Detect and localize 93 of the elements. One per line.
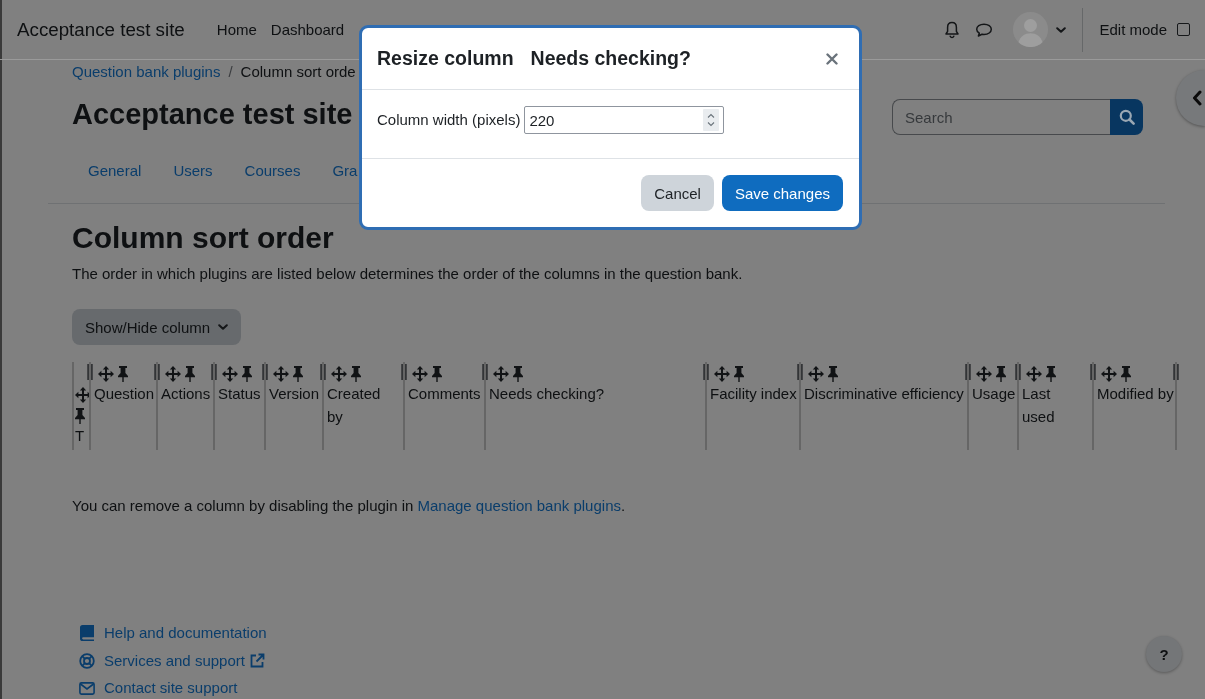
help-button[interactable]: ? bbox=[1146, 636, 1182, 672]
life-ring-icon bbox=[79, 652, 95, 669]
book-icon bbox=[80, 625, 94, 641]
dialog-title: Resize column bbox=[377, 46, 514, 71]
resize-handle-icon[interactable] bbox=[703, 364, 709, 380]
column-name: Facility index bbox=[710, 384, 798, 404]
resize-handle-icon[interactable] bbox=[965, 364, 971, 380]
resize-handle-icon[interactable] bbox=[1173, 364, 1179, 380]
pin-icon[interactable] bbox=[432, 366, 442, 383]
support-link[interactable]: Services and support bbox=[79, 649, 265, 672]
pin-icon[interactable] bbox=[351, 366, 361, 383]
page-title: Acceptance test site bbox=[72, 97, 353, 132]
site-name[interactable]: Acceptance test site bbox=[17, 15, 185, 44]
page-heading: Column sort order bbox=[72, 220, 335, 256]
bell-icon[interactable] bbox=[944, 20, 961, 39]
move-icon[interactable] bbox=[98, 366, 114, 383]
column-name: Modified by bbox=[1097, 384, 1175, 404]
move-icon[interactable] bbox=[165, 366, 181, 383]
resize-handle-icon[interactable] bbox=[154, 364, 160, 380]
show-hide-column-button[interactable]: Show/Hide column bbox=[72, 309, 242, 345]
move-icon[interactable] bbox=[273, 366, 289, 383]
pin-icon[interactable] bbox=[75, 408, 85, 425]
move-icon[interactable] bbox=[1026, 366, 1042, 383]
drawer-toggle-button[interactable] bbox=[1176, 70, 1205, 126]
column-name: Last used bbox=[1022, 384, 1056, 427]
search-field[interactable]: Search bbox=[892, 99, 1110, 135]
pin-icon[interactable] bbox=[1046, 366, 1056, 383]
move-icon[interactable] bbox=[331, 366, 347, 383]
column-width-field[interactable]: 220 bbox=[524, 106, 725, 134]
column-name: Actions bbox=[161, 384, 212, 404]
resize-handle-icon[interactable] bbox=[87, 364, 93, 380]
manage-plugins-link[interactable]: Manage question bank plugins bbox=[417, 497, 621, 514]
column-name: Comments bbox=[408, 384, 482, 404]
pin-icon[interactable] bbox=[513, 366, 523, 383]
intro-text: The order in which plugins are listed below determines the order of the columns in the question bank. bbox=[72, 264, 744, 284]
pin-icon[interactable] bbox=[185, 366, 195, 383]
move-icon[interactable] bbox=[1101, 366, 1117, 383]
resize-handle-icon[interactable] bbox=[320, 364, 326, 380]
resize-handle-icon[interactable] bbox=[482, 364, 488, 380]
chat-bubble-icon[interactable] bbox=[975, 21, 994, 38]
close-icon bbox=[826, 52, 838, 65]
resize-handle-icon[interactable] bbox=[262, 364, 268, 380]
move-icon[interactable] bbox=[222, 366, 238, 383]
resize-handle-icon[interactable] bbox=[211, 364, 217, 380]
column-name: Version bbox=[269, 384, 321, 404]
caret-icon[interactable] bbox=[1056, 26, 1067, 33]
help-link[interactable]: Help and documentation bbox=[79, 622, 267, 644]
move-icon[interactable] bbox=[976, 366, 992, 383]
contact-link[interactable]: Contact site support bbox=[79, 677, 238, 699]
column-name: Discriminative efficiency bbox=[804, 384, 965, 404]
breadcrumb-link[interactable]: Question bank plugins bbox=[72, 61, 221, 83]
caret-icon bbox=[218, 324, 229, 330]
column-name: T bbox=[75, 426, 86, 446]
pin-icon[interactable] bbox=[118, 366, 128, 383]
column-name: Needs checking? bbox=[489, 384, 606, 404]
move-icon[interactable] bbox=[493, 366, 509, 383]
pin-icon[interactable] bbox=[734, 366, 744, 383]
dialog-column-name: Needs checking? bbox=[530, 46, 691, 71]
nav-link[interactable]: Home bbox=[209, 18, 264, 41]
move-icon[interactable] bbox=[714, 366, 730, 383]
tab[interactable]: Courses bbox=[228, 152, 317, 193]
move-icon[interactable] bbox=[412, 366, 428, 383]
search-button[interactable] bbox=[1110, 99, 1143, 135]
breadcrumb-separator: / bbox=[228, 62, 233, 82]
column-name: Created by bbox=[327, 384, 382, 427]
nav-link[interactable]: Dashboard bbox=[263, 18, 352, 41]
edit-mode-label: Edit mode bbox=[1099, 19, 1167, 40]
remove-column-note: You can remove a column by disabling the plugin in Manage question bank plugins. bbox=[72, 496, 627, 516]
resize-handle-icon[interactable] bbox=[1090, 364, 1096, 380]
envelope-icon bbox=[79, 681, 95, 695]
resize-handle-icon[interactable] bbox=[1015, 364, 1021, 380]
pin-icon[interactable] bbox=[996, 366, 1006, 383]
search-icon bbox=[1118, 109, 1135, 125]
resize-handle-icon[interactable] bbox=[401, 364, 407, 380]
tab[interactable]: General bbox=[72, 152, 158, 193]
column-name: Status bbox=[218, 384, 262, 404]
chevron-left-icon bbox=[1192, 90, 1202, 106]
tab[interactable]: Gra bbox=[316, 152, 358, 193]
move-icon[interactable] bbox=[75, 387, 91, 404]
pin-icon[interactable] bbox=[1121, 366, 1131, 383]
cancel-button[interactable]: Cancel bbox=[641, 175, 714, 211]
save-button[interactable]: Save changes bbox=[721, 175, 843, 211]
column-name: Usage bbox=[972, 384, 1017, 404]
pin-icon[interactable] bbox=[828, 366, 838, 383]
field-label: Column width (pixels) bbox=[377, 110, 521, 130]
edit-mode-checkbox[interactable] bbox=[1177, 23, 1190, 36]
resize-handle-icon[interactable] bbox=[797, 364, 803, 380]
pin-icon[interactable] bbox=[293, 366, 303, 383]
move-icon[interactable] bbox=[808, 366, 824, 383]
tab[interactable]: Users bbox=[157, 152, 229, 193]
pin-icon[interactable] bbox=[242, 366, 252, 383]
column-name: Question bbox=[94, 384, 156, 404]
breadcrumb-current: Column sort orde bbox=[240, 62, 356, 82]
